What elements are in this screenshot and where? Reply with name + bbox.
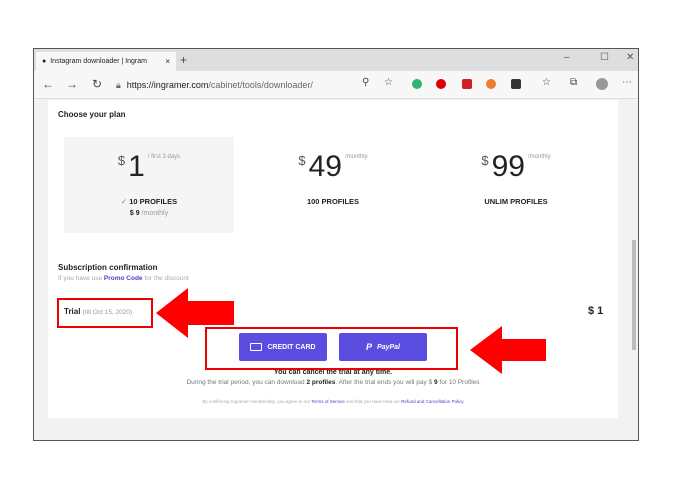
tab-bar: ● Instagram downloader | Ingram × + – ☐ …: [34, 49, 638, 71]
total-price: $ 1: [588, 305, 604, 317]
opera-icon[interactable]: [436, 79, 446, 89]
legal-text: By confirming Ingramer membership, you a…: [202, 399, 464, 404]
new-tab-icon[interactable]: +: [180, 53, 187, 67]
browser-tab[interactable]: ● Instagram downloader | Ingram ×: [36, 52, 176, 71]
refund-policy-link[interactable]: Refund and Cancellation Policy: [401, 399, 464, 404]
maximize-icon[interactable]: ☐: [600, 52, 609, 63]
tab-title: Instagram downloader | Ingram: [50, 58, 147, 65]
close-window-icon[interactable]: ✕: [626, 52, 634, 63]
annotation-box-payment: [205, 327, 458, 370]
menu-icon[interactable]: ⋯: [622, 77, 632, 88]
extension-icon[interactable]: [511, 79, 521, 89]
scrollbar[interactable]: [632, 240, 636, 350]
reload-icon[interactable]: ↻: [92, 77, 102, 91]
subscription-title: Subscription confirmation: [58, 263, 158, 272]
minimize-icon[interactable]: –: [564, 52, 570, 63]
red-arrow-icon: [156, 288, 234, 338]
collections-icon[interactable]: ⧉: [570, 77, 577, 88]
annotation-box-trial: [57, 298, 153, 328]
extension-icon[interactable]: [486, 79, 496, 89]
extension-icon[interactable]: [412, 79, 422, 89]
promo-code-link[interactable]: Promo Code: [104, 275, 143, 282]
star-icon[interactable]: ☆: [384, 77, 393, 88]
plan-option-unlim[interactable]: $99/monthly UNLIM PROFILES: [431, 137, 601, 233]
page-content: Choose your plan $1/ first 3 days ✓ 10 P…: [34, 100, 638, 440]
back-icon[interactable]: ←: [42, 77, 54, 91]
close-tab-icon[interactable]: ×: [165, 57, 170, 66]
page-title: Choose your plan: [58, 110, 126, 119]
terms-link[interactable]: Terms of Service: [311, 399, 345, 404]
favicon-icon: ●: [42, 58, 47, 65]
check-icon: ✓: [120, 197, 130, 206]
plan-option-trial[interactable]: $1/ first 3 days ✓ 10 PROFILES $ 9 /mont…: [64, 137, 234, 233]
search-icon[interactable]: ⚲: [362, 77, 369, 88]
forward-icon[interactable]: →: [66, 77, 78, 91]
plan-option-100[interactable]: $49/monthly 100 PROFILES: [248, 137, 418, 233]
red-arrow-icon: [470, 326, 546, 374]
browser-window: ● Instagram downloader | Ingram × + – ☐ …: [33, 48, 639, 441]
address-bar-row: ← → ↻ 🔒︎ https://ingramer.com/cabinet/to…: [34, 71, 638, 99]
favorites-icon[interactable]: ☆: [542, 77, 551, 88]
avatar[interactable]: [596, 78, 608, 90]
url-input[interactable]: 🔒︎ https://ingramer.com/cabinet/tools/do…: [116, 75, 376, 95]
extension-icon[interactable]: [462, 79, 472, 89]
lock-icon: 🔒︎: [116, 79, 121, 90]
plan-price: 1: [128, 150, 145, 183]
trial-info: During the trial period, you can downloa…: [186, 379, 480, 386]
